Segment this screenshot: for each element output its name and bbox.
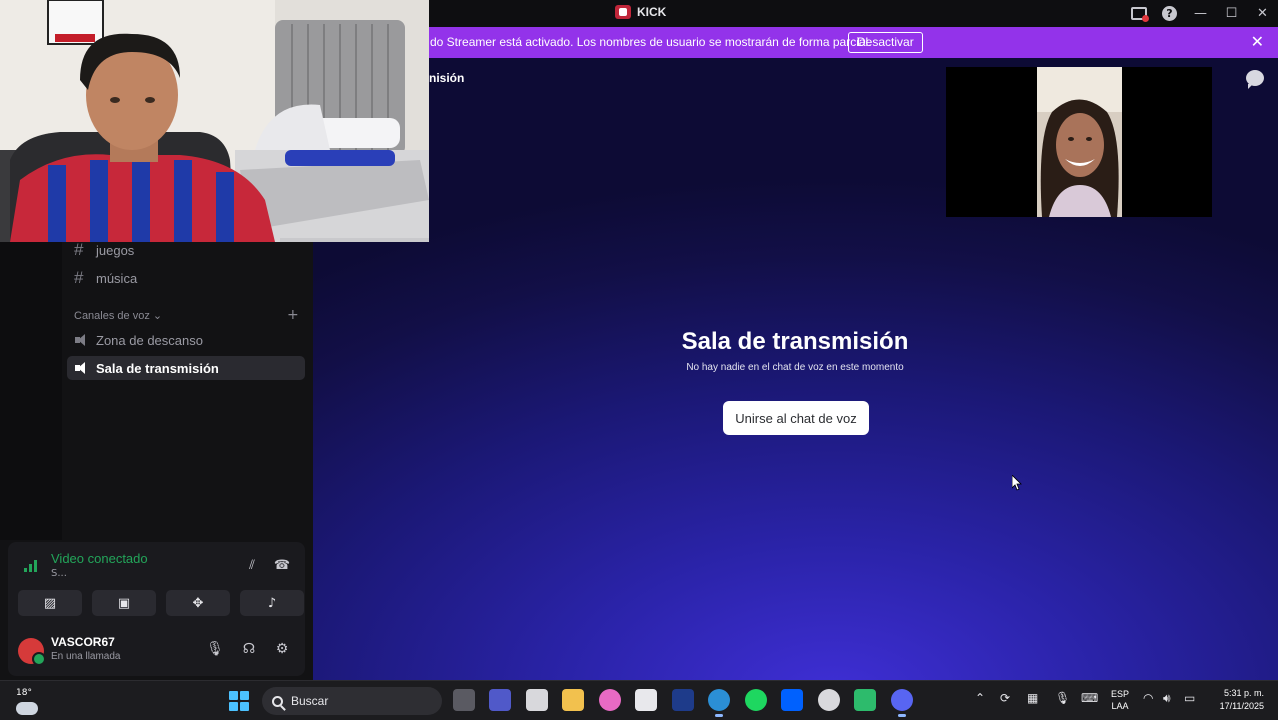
app-name: KICK xyxy=(637,5,667,19)
clock-date: 17/11/2025 xyxy=(1219,701,1264,711)
channel-label: música xyxy=(96,270,138,286)
disconnect-icon[interactable]: ☎ xyxy=(272,558,292,574)
discord-icon[interactable] xyxy=(891,689,913,717)
task-view-icon[interactable] xyxy=(453,689,475,711)
camera-off-button[interactable]: ▨ xyxy=(18,590,82,616)
channel-label: Zona de descanso xyxy=(96,332,203,348)
username: VASCOR67 xyxy=(51,635,115,649)
clock-time: 5:31 p. m. xyxy=(1223,688,1264,698)
join-voice-button[interactable]: Unirse al chat de voz xyxy=(723,401,869,435)
empty-voice-state: Sala de transmisión No hay nadie en el c… xyxy=(595,328,995,373)
signal-icon[interactable] xyxy=(24,560,38,572)
teams-icon[interactable] xyxy=(489,689,511,711)
channel-label: Sala de transmisión xyxy=(96,360,219,376)
user-status: En una llamada xyxy=(51,651,121,662)
hash-icon: # xyxy=(74,240,84,259)
tray-image-icon[interactable]: ▦ xyxy=(1027,691,1038,705)
kick-logo-icon xyxy=(615,5,631,19)
voice-connection-panel: Video conectado S... ⫽ ☎ ▨ ▣ ✥ ♪ xyxy=(8,542,305,634)
maximize-button[interactable]: ☐ xyxy=(1216,0,1247,27)
activities-button[interactable]: ✥ xyxy=(166,590,230,616)
share-screen-button[interactable]: ▣ xyxy=(92,590,156,616)
settings-gear-icon[interactable]: ⚙ xyxy=(272,641,292,659)
noise-suppression-icon[interactable]: ⫽ xyxy=(242,558,262,574)
speaker-icon xyxy=(74,361,88,375)
channel-header-title: nisión xyxy=(429,71,465,85)
tray-mic-icon[interactable]: 🎙︎ xyxy=(1055,691,1070,705)
voice-channel-heading: Sala de transmisión xyxy=(681,328,909,355)
deactivate-button[interactable]: Desactivar xyxy=(848,32,923,53)
news-app-icon[interactable] xyxy=(526,689,548,711)
hash-icon: # xyxy=(74,268,84,287)
voice-category-header[interactable]: Canales de voz ⌄ xyxy=(74,309,162,322)
minimize-button[interactable]: — xyxy=(1185,0,1216,27)
window-controls: ? — ☐ ✕ xyxy=(1123,0,1278,27)
voice-action-row: ▨ ▣ ✥ ♪ xyxy=(18,590,304,616)
clock[interactable]: 5:31 p. m. 17/11/2025 xyxy=(1208,687,1264,713)
weather-widget[interactable]: 18° xyxy=(16,688,38,715)
banner-close-icon[interactable]: ✕ xyxy=(1251,32,1264,52)
mouse-cursor-icon xyxy=(1012,475,1022,491)
app-title: KICK xyxy=(615,5,666,19)
voice-channel-zona-de-descanso[interactable]: Zona de descanso xyxy=(74,328,203,352)
voice-channel-sala-de-transmision[interactable]: Sala de transmisión xyxy=(67,356,305,380)
battery-icon[interactable]: ▭ xyxy=(1184,691,1195,705)
windows-taskbar: 18° Buscar ⌃ ⟳ ▦ 🎙︎ ⌨ ESP LAA ◠ 🔊︎ ▭ 5:3… xyxy=(0,680,1278,720)
add-channel-icon[interactable]: + xyxy=(287,307,299,323)
store-icon[interactable] xyxy=(635,689,657,711)
webcam-overlay-participant xyxy=(946,67,1212,217)
connection-channel: S... xyxy=(51,568,67,579)
banner-text: do Streamer está activado. Los nombres d… xyxy=(430,35,872,49)
headphones-icon[interactable]: ☊ xyxy=(239,641,259,659)
search-icon xyxy=(272,695,283,707)
speaker-icon xyxy=(74,333,88,347)
copilot-icon[interactable] xyxy=(599,689,621,711)
input-language[interactable]: ESP LAA xyxy=(1111,688,1129,712)
lang-bottom: LAA xyxy=(1111,701,1129,711)
chat-bubble-icon[interactable] xyxy=(1246,70,1264,89)
tray-sync-icon[interactable]: ⟳ xyxy=(1000,691,1010,705)
chevron-down-icon: ⌄ xyxy=(152,310,163,322)
file-explorer-icon[interactable] xyxy=(562,689,584,711)
dropbox-icon[interactable] xyxy=(781,689,803,711)
webcam-feed-image xyxy=(0,0,429,242)
avatar[interactable] xyxy=(18,638,46,666)
start-button[interactable] xyxy=(229,691,249,711)
tray-chevron-up-icon[interactable]: ⌃ xyxy=(975,691,985,705)
chrome-icon[interactable] xyxy=(818,689,840,711)
connection-status: Video conectado xyxy=(51,551,148,566)
volume-icon[interactable]: 🔊︎ xyxy=(1163,691,1171,706)
tray-keyboard-icon[interactable]: ⌨ xyxy=(1081,691,1098,705)
screen: KICK ? — ☐ ✕ do Streamer está activado. … xyxy=(0,0,1278,720)
booking-icon[interactable] xyxy=(672,689,694,711)
edge-browser-icon[interactable] xyxy=(708,689,730,717)
soundboard-button[interactable]: ♪ xyxy=(240,590,304,616)
taskbar-search[interactable]: Buscar xyxy=(262,687,442,715)
channel-label: juegos xyxy=(96,242,135,258)
close-window-button[interactable]: ✕ xyxy=(1247,0,1278,27)
lang-top: ESP xyxy=(1111,689,1130,699)
search-placeholder: Buscar xyxy=(291,694,329,708)
screen-share-icon[interactable] xyxy=(1123,0,1154,27)
cloud-icon xyxy=(16,702,38,715)
user-panel: VASCOR67 En una llamada 🎙︎ ☊ ⚙ xyxy=(8,634,305,676)
spotify-icon[interactable] xyxy=(745,689,767,711)
category-label: Canales de voz xyxy=(74,310,150,322)
app-green-icon[interactable] xyxy=(854,689,876,711)
wifi-icon[interactable]: ◠ xyxy=(1143,691,1153,705)
participant-video xyxy=(1037,67,1122,217)
temperature: 18° xyxy=(16,688,32,698)
channel-item-musica[interactable]: # música xyxy=(74,266,137,290)
participant-video-image xyxy=(1037,67,1122,217)
help-icon[interactable]: ? xyxy=(1154,0,1185,27)
microphone-icon[interactable]: 🎙︎ xyxy=(205,641,225,659)
voice-channel-subheading: No hay nadie en el chat de voz en este m… xyxy=(686,362,904,373)
webcam-overlay-streamer xyxy=(0,0,429,242)
